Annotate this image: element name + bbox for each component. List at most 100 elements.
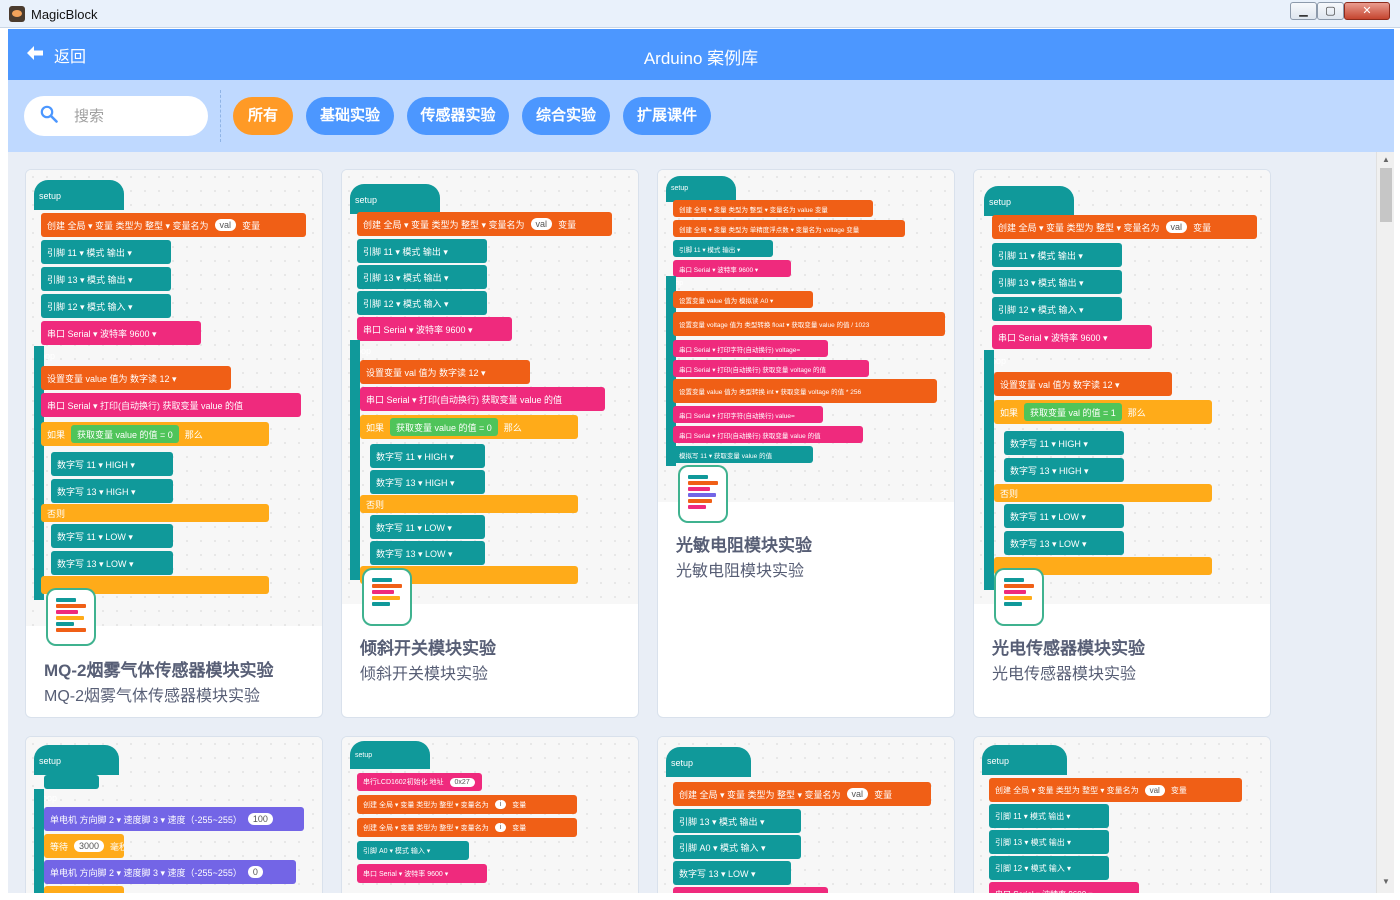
- search-input[interactable]: [74, 107, 184, 125]
- if-block: 如果 获取变量 value 的值 = 0 那么: [360, 415, 578, 439]
- else-label: 否则: [41, 504, 269, 522]
- case-card[interactable]: setup 创建 全局 ▾ 变量 类型为 整型 ▾ 变量名为 val 变量 引脚 1…: [657, 736, 955, 893]
- code-block: 创建 全局 ▾ 变量 类型为 整型 ▾ 变量名为 val 变量: [357, 212, 612, 236]
- vertical-scrollbar[interactable]: ▲ ▼: [1376, 152, 1394, 893]
- code-block: 数字写 13 ▾ HIGH ▾: [51, 479, 173, 503]
- code-block: 数字写 13 ▾ LOW ▾: [673, 861, 791, 885]
- loop-wrapper: [350, 340, 360, 580]
- code-block: 引脚 11 ▾ 模式 输出 ▾: [992, 243, 1122, 267]
- title-bar: MagicBlock ▁ ▢ ✕: [0, 0, 1400, 28]
- case-card[interactable]: setup 创建 全局 ▾ 变量 类型为 整型 ▾ 变量名为 val 变量 引脚 1…: [973, 169, 1271, 718]
- card-description: 光敏电阻模块实验: [676, 563, 805, 580]
- code-block: 串口 Serial ▾ 打印(自动换行) 获取变量 value 的值: [41, 393, 301, 417]
- code-block: [673, 887, 828, 893]
- app-logo-icon: [9, 6, 25, 22]
- filter-all[interactable]: 所有: [233, 97, 293, 135]
- search-icon: [40, 105, 58, 128]
- code-block: 引脚 11 ▾ 模式 输出 ▾: [41, 240, 171, 264]
- code-block: 数字写 11 ▾ LOW ▾: [370, 515, 485, 539]
- code-block: 引脚 A0 ▾ 模式 输入 ▾: [673, 835, 801, 859]
- mini-preview-icon: [680, 467, 726, 521]
- minimize-button[interactable]: ▁: [1290, 2, 1317, 20]
- code-block: 数字写 13 ▾ LOW ▾: [370, 541, 485, 565]
- card-thumbnail: setup 创建 全局 ▾ 变量 类型为 整型 ▾ 变量名为 val 变量 引脚 1…: [974, 170, 1270, 624]
- scroll-down-arrow-icon[interactable]: ▼: [1382, 877, 1390, 886]
- code-block: 串口 Serial ▾ 打印(自动换行) 获取变量 voltage 的值: [673, 360, 869, 377]
- code-block: 串口 Serial ▾ 波特率 9600 ▾: [357, 864, 487, 883]
- code-block: 串行LCD1602初始化 地址 0x27: [357, 773, 482, 791]
- case-card[interactable]: setup 创建 全局 ▾ 变量 类型为 整型 ▾ 变量名为 value 变量 …: [657, 169, 955, 718]
- loop-wrapper: [34, 789, 44, 893]
- card-description: 光电传感器模块实验: [992, 666, 1137, 683]
- card-thumbnail: setup 创建 全局 ▾ 变量 类型为 整型 ▾ 变量名为 val 变量 引脚 1…: [342, 170, 638, 624]
- close-button[interactable]: ✕: [1344, 2, 1390, 20]
- code-block: 数字写 11 ▾ LOW ▾: [51, 524, 173, 548]
- case-card[interactable]: setup loop 单电机 方向脚 2 ▾ 速度脚 3 ▾ 速度（-255~2…: [25, 736, 323, 893]
- code-block: [44, 886, 124, 893]
- code-block: 引脚 13 ▾ 模式 输出 ▾: [41, 267, 171, 291]
- mini-preview-icon: [364, 570, 410, 624]
- code-block: 数字写 11 ▾ HIGH ▾: [51, 452, 173, 476]
- code-block: 创建 全局 ▾ 变量 类型为 整型 ▾ 变量名为 val 变量: [989, 778, 1242, 802]
- setup-hat-block: setup: [350, 184, 440, 214]
- code-block: 串口 Serial ▾ 波特率 9600 ▾: [992, 325, 1152, 349]
- code-block: 模拟写 11 ▾ 获取变量 value 的值: [673, 446, 813, 463]
- filter-extension[interactable]: 扩展课件: [623, 97, 711, 135]
- card-thumbnail: setup 创建 全局 ▾ 变量 类型为 整型 ▾ 变量名为 val 变量 引脚 1…: [26, 170, 322, 644]
- setup-hat-block: setup: [982, 745, 1067, 775]
- filter-comprehensive[interactable]: 综合实验: [522, 97, 610, 135]
- filter-toolbar: 所有 基础实验 传感器实验 综合实验 扩展课件: [8, 80, 1394, 152]
- code-block: 串口 Serial ▾ 波特率 9600 ▾: [357, 317, 512, 341]
- card-title: 光电传感器模块实验: [992, 639, 1145, 658]
- case-card[interactable]: setup 创建 全局 ▾ 变量 类型为 整型 ▾ 变量名为 val 变量 引脚 1…: [25, 169, 323, 718]
- setup-hat-block: setup: [666, 747, 751, 777]
- else-label: 否则: [360, 495, 578, 513]
- code-block: 数字写 11 ▾ LOW ▾: [1004, 504, 1124, 528]
- code-block: 设置变量 value 值为 模拟读 A0 ▾: [673, 291, 813, 308]
- card-thumbnail: setup 创建 全局 ▾ 变量 类型为 整型 ▾ 变量名为 value 变量 …: [658, 170, 954, 521]
- code-block: 串口 Serial ▾ 打印字符(自动换行) value=: [673, 406, 823, 423]
- code-block: 数字写 13 ▾ LOW ▾: [51, 551, 173, 575]
- filter-sensor[interactable]: 传感器实验: [407, 97, 509, 135]
- code-block: 引脚 12 ▾ 模式 输入 ▾: [989, 856, 1109, 880]
- setup-hat-block: setup: [666, 176, 736, 202]
- loop-wrapper: [984, 350, 994, 590]
- code-block: 设置变量 val 值为 数字读 12 ▾: [994, 372, 1172, 396]
- mini-preview-icon: [996, 570, 1042, 624]
- setup-hat-block: setup: [34, 180, 124, 210]
- case-card[interactable]: setup 创建 全局 ▾ 变量 类型为 整型 ▾ 变量名为 val 变量 引脚 1…: [341, 169, 639, 718]
- search-box[interactable]: [24, 96, 208, 136]
- case-card[interactable]: setup 串行LCD1602初始化 地址 0x27 创建 全局 ▾ 变量 类型为…: [341, 736, 639, 893]
- code-block: 串口 Serial ▾ 波特率 9600 ▾: [673, 260, 791, 277]
- card-thumbnail: setup 创建 全局 ▾ 变量 类型为 整型 ▾ 变量名为 val 变量 引脚 1…: [974, 737, 1270, 893]
- code-block: 创建 全局 ▾ 变量 类型为 整型 ▾ 变量名为 val 变量: [992, 215, 1257, 239]
- window-title: MagicBlock: [31, 7, 98, 22]
- case-grid: setup 创建 全局 ▾ 变量 类型为 整型 ▾ 变量名为 val 变量 引脚 1…: [8, 152, 1394, 893]
- scroll-thumb[interactable]: [1380, 168, 1392, 222]
- code-block: 引脚 12 ▾ 模式 输入 ▾: [992, 297, 1122, 321]
- if-block: 如果 获取变量 value 的值 = 0 那么: [41, 422, 269, 446]
- toolbar-divider: [220, 90, 221, 142]
- code-block: 数字写 11 ▾ HIGH ▾: [370, 444, 485, 468]
- scroll-up-arrow-icon[interactable]: ▲: [1382, 155, 1390, 164]
- case-card[interactable]: setup 创建 全局 ▾ 变量 类型为 整型 ▾ 变量名为 val 变量 引脚 1…: [973, 736, 1271, 893]
- filter-basic[interactable]: 基础实验: [306, 97, 394, 135]
- code-block: 引脚 12 ▾ 模式 输入 ▾: [41, 294, 171, 318]
- card-thumbnail: setup 创建 全局 ▾ 变量 类型为 整型 ▾ 变量名为 val 变量 引脚 1…: [658, 737, 954, 893]
- setup-hat-block: setup: [350, 741, 430, 769]
- code-block: 设置变量 value 值为 类型转换 int ▾ 获取变量 voltage 的值…: [673, 379, 937, 403]
- code-block: 单电机 方向脚 2 ▾ 速度脚 3 ▾ 速度（-255~255） 100: [44, 807, 304, 831]
- code-block: 设置变量 voltage 值为 类型转换 float ▾ 获取变量 value …: [673, 312, 945, 336]
- code-block: 串口 Serial ▾ 打印(自动换行) 获取变量 value 的值: [360, 387, 605, 411]
- code-block: 设置变量 val 值为 数字读 12 ▾: [360, 360, 530, 384]
- code-block: 串口 Serial ▾ 波特率 9600 ▾: [41, 321, 201, 345]
- code-block: 创建 全局 ▾ 变量 类型为 单精度浮点数 ▾ 变量名为 voltage 变量: [673, 220, 905, 237]
- code-block: 串口 Serial ▾ 打印(自动换行) 获取变量 value 的值: [673, 426, 863, 443]
- code-block: 数字写 13 ▾ HIGH ▾: [1004, 458, 1124, 482]
- page-title: Arduino 案例库: [643, 49, 759, 68]
- card-description: 倾斜开关模块实验: [360, 666, 489, 683]
- maximize-button[interactable]: ▢: [1317, 2, 1344, 20]
- if-block: 如果 获取变量 val 的值 = 1 那么: [994, 400, 1212, 424]
- code-block: 数字写 13 ▾ LOW ▾: [1004, 531, 1124, 555]
- code-block: 单电机 方向脚 2 ▾ 速度脚 3 ▾ 速度（-255~255） 0: [44, 860, 296, 884]
